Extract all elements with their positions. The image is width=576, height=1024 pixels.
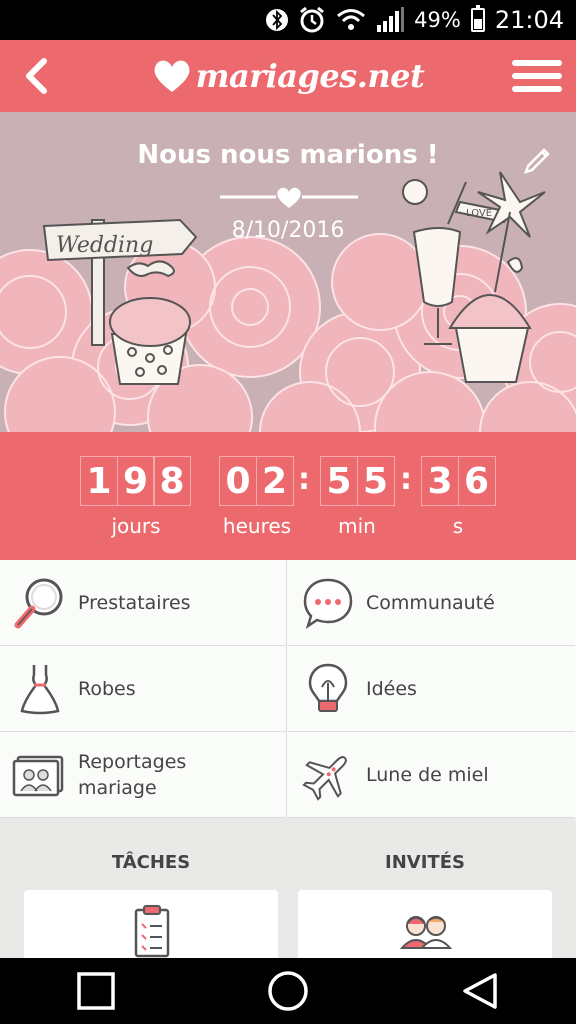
hero-banner: Wedding LOVE Nous nous marions ! 8/10/20… [0,112,576,432]
planning-section: TÂCHES INVITÉS [0,818,576,970]
countdown-label-minutes: min [338,514,376,538]
heart-divider [220,187,358,208]
menu-item-idees[interactable]: Idées [288,646,575,732]
menu-item-reportages[interactable]: Reportages mariage [0,732,287,818]
edit-button[interactable] [520,140,554,174]
clipboard-icon [134,905,170,958]
countdown-label-hours: heures [222,514,292,538]
countdown-digit: 5 [356,456,395,506]
alarm-icon [298,6,326,34]
clock: 21:04 [494,6,564,34]
logo[interactable]: mariages.net [152,57,425,95]
menu-item-label: Reportages mariage [78,750,187,799]
pencil-icon [524,148,550,174]
countdown-seconds: 3 6 [421,456,496,506]
square-icon [77,972,115,1010]
menu-item-robes[interactable]: Robes [0,646,287,732]
menu-item-label: Lune de miel [366,763,489,786]
countdown-label-seconds: s [452,514,464,538]
dress-icon [12,661,68,717]
countdown-separator: : [400,462,412,497]
menu-item-communaute[interactable]: Communauté [288,560,575,646]
guests-title: INVITÉS [385,852,465,873]
hamburger-icon [512,60,562,66]
battery-percent: 49% [414,8,461,32]
menu-item-label: Robes [78,677,136,700]
guests-icon [399,916,453,949]
menu-item-label: Communauté [366,591,495,614]
wedding-date: 8/10/2016 [231,218,345,243]
countdown-digit: 2 [255,456,294,506]
menu-item-label: Prestataires [78,591,191,614]
back-button[interactable] [14,54,58,98]
countdown-hours: 0 2 [219,456,294,506]
menu-button[interactable] [512,54,562,98]
countdown-digit: 0 [219,456,257,506]
cupcake-left [109,297,191,385]
countdown-label-days: jours [111,514,161,538]
countdown-digit: 3 [421,456,459,506]
speech-bubble-icon [300,575,356,631]
recents-button[interactable] [72,967,120,1015]
menu-item-label: Idées [366,677,417,700]
countdown: 1 9 8 0 2 : 5 5 : 3 6 jours heures min s [0,432,576,560]
wifi-icon [336,8,366,32]
countdown-digit: 1 [80,456,118,506]
tasks-title: TÂCHES [111,852,191,873]
countdown-digit: 6 [457,456,496,506]
lightbulb-icon [300,661,356,717]
android-nav-bar [0,958,576,1024]
app-header: mariages.net [0,40,576,112]
menu-item-prestataires[interactable]: Prestataires [0,560,287,646]
countdown-digit: 5 [320,456,358,506]
back-nav-button[interactable] [456,967,504,1015]
countdown-separator: : [298,462,310,497]
status-bar: 49% 21:04 [0,0,576,40]
countdown-minutes: 5 5 [320,456,395,506]
chevron-left-icon [26,58,47,94]
menu-grid: Prestataires Communauté Robes Idées Repo… [0,560,576,818]
triangle-back-icon [463,973,497,1009]
countdown-days: 1 9 8 [80,456,191,506]
home-button[interactable] [264,967,312,1015]
hero-title: Nous nous marions ! [137,140,439,170]
bluetooth-icon [266,7,289,33]
countdown-digit: 8 [153,456,191,506]
circle-icon [268,971,308,1011]
magnifier-icon [12,575,68,631]
photo-album-icon [12,747,68,803]
signal-icon [376,7,405,33]
airplane-icon [300,747,356,803]
logo-text: mariages.net [195,57,425,95]
menu-item-lune-de-miel[interactable]: Lune de miel [288,732,575,818]
battery-icon [470,5,485,32]
countdown-digit: 9 [116,456,155,506]
heart-logo-icon [154,60,190,92]
